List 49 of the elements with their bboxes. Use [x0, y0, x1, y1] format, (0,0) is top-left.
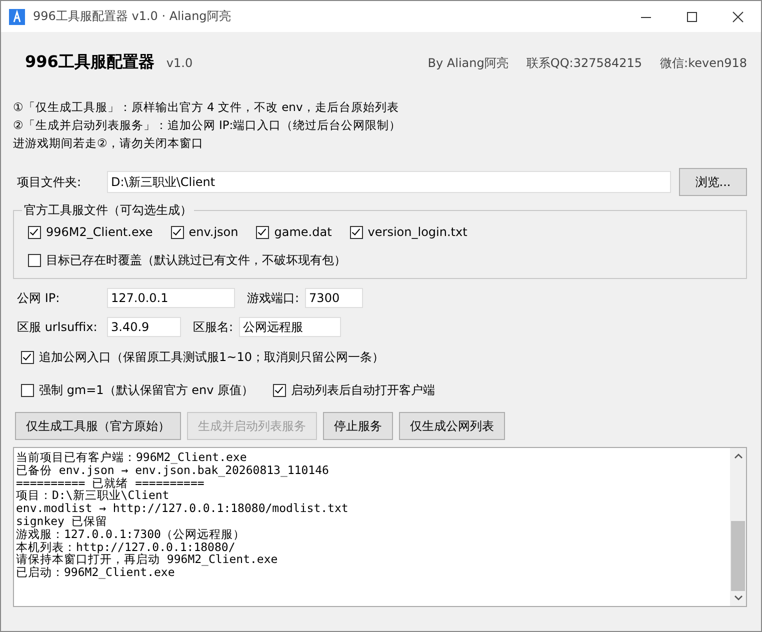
log-line: env.modlist → http://127.0.0.1:18080/modlist.txt	[16, 502, 350, 515]
folder-label: 项目文件夹:	[16, 174, 82, 190]
port-field[interactable]: 7300	[305, 288, 364, 308]
log-line: ========== 已就绪 ==========	[16, 476, 204, 490]
server-name-field[interactable]: 公网远程服	[239, 317, 342, 337]
log-line: 已备份 env.json → env.json.bak_20260813_110146	[16, 464, 330, 477]
scroll-up-icon[interactable]	[734, 453, 742, 459]
ip-label: 公网 IP:	[16, 290, 61, 306]
overwrite-checkbox[interactable]: 目标已存在时覆盖（默认跳过已有文件，不破坏现有包）	[28, 252, 346, 269]
urlsuffix-field[interactable]: 3.40.9	[107, 317, 181, 337]
folder-field[interactable]: D:\新三职业\Client	[107, 171, 671, 193]
note-text: ②「生成并启动列表服务」：追加公网 IP:端口入口（绕过后台公网限制）	[13, 117, 402, 134]
option-checkbox[interactable]: 强制 gm=1（默认保留官方 env 原值）	[21, 382, 273, 399]
scroll-down-icon[interactable]	[734, 595, 742, 601]
wechat-label: 微信:keven918	[660, 55, 747, 72]
urlsuffix-label: 区服 urlsuffix:	[16, 318, 98, 336]
app-title: 996工具服配置器	[25, 52, 154, 73]
log-line: 项目：D:\新三职业\Client	[16, 489, 170, 502]
app-icon	[9, 8, 25, 24]
port-label: 游戏端口:	[247, 290, 300, 306]
action-button[interactable]: 仅生成公网列表	[399, 412, 505, 440]
maximize-icon[interactable]	[686, 10, 698, 22]
file-checkbox[interactable]: 996M2_Client.exe	[28, 225, 153, 239]
qq-label: 联系QQ:327584215	[526, 55, 642, 72]
option-checkbox[interactable]: 启动列表后自动打开客户端	[273, 382, 435, 399]
note-text: 进游戏期间若走②，请勿关闭本窗口	[13, 135, 204, 152]
log-line: 本机列表：http://127.0.0.1:18080/	[16, 540, 236, 554]
server-name-label: 区服名:	[193, 318, 234, 336]
scroll-thumb[interactable]	[731, 521, 745, 591]
file-checkbox[interactable]: game.dat	[256, 225, 332, 239]
file-checkbox[interactable]: version_login.txt	[350, 225, 468, 239]
browse-button[interactable]: 浏览...	[679, 168, 747, 196]
file-checkbox[interactable]: env.json	[170, 225, 238, 239]
scrollbar[interactable]	[730, 448, 746, 606]
action-button[interactable]: 仅生成工具服（官方原始）	[15, 412, 181, 440]
log-line: signkey 已保留	[16, 514, 108, 528]
window-title: 996工具服配置器 v1.0 · Aliang阿亮	[33, 8, 231, 25]
group-title: 官方工具服文件（可勾选生成）	[23, 202, 193, 219]
log-line: 请保持本窗口打开，再启动 996M2_Client.exe	[16, 553, 279, 566]
ip-field[interactable]: 127.0.0.1	[107, 288, 235, 308]
log-line: 游戏服：127.0.0.1:7300（公网远程服）	[16, 528, 246, 541]
log-line: 已启动：996M2_Client.exe	[16, 566, 175, 579]
note-text: ①「仅生成工具服」：原样输出官方 4 文件，不改 env，走后台原始列表	[13, 99, 400, 116]
action-button[interactable]: 停止服务	[323, 412, 393, 440]
log-line: 当前项目已有客户端：996M2_Client.exe	[16, 451, 248, 464]
option-checkbox[interactable]: 追加公网入口（保留原工具测试服1~10；取消则只留公网一条）	[21, 349, 747, 366]
author-label: By Aliang阿亮	[428, 55, 508, 72]
version-label: v1.0	[166, 56, 193, 70]
close-icon[interactable]	[732, 10, 744, 22]
